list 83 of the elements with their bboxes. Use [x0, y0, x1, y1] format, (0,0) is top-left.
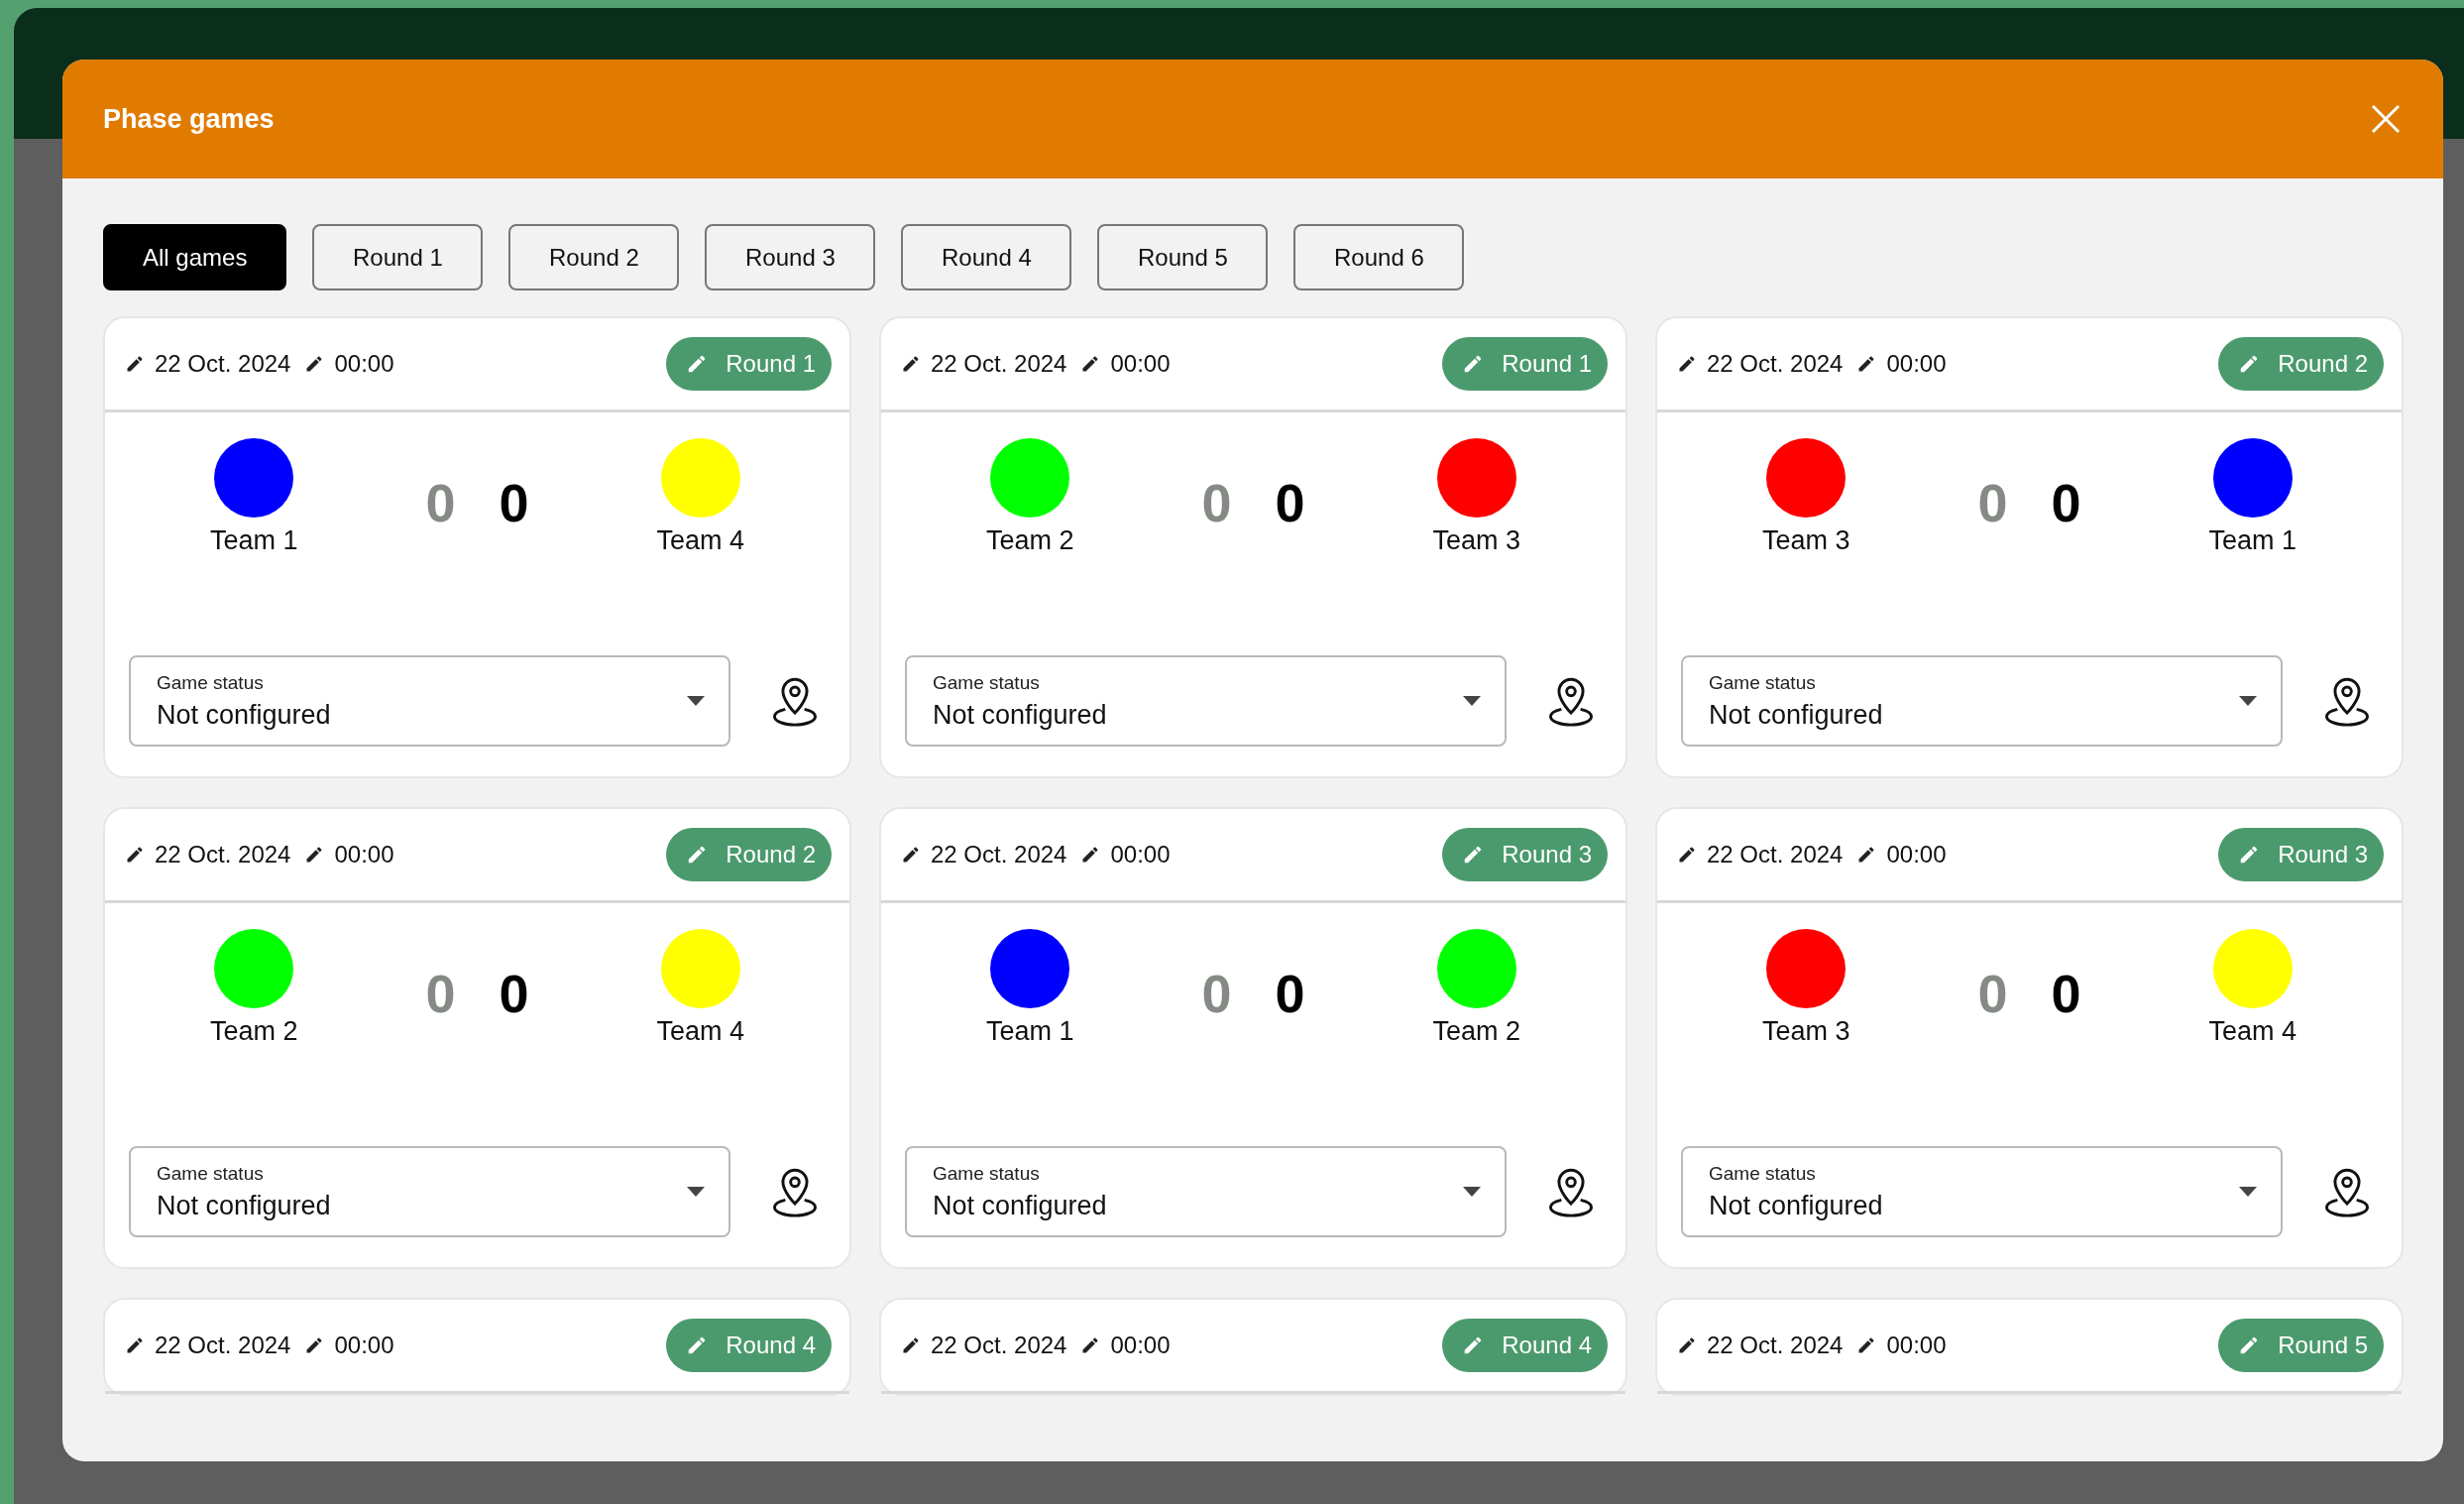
team-name: Team 3	[1761, 1016, 1850, 1047]
pencil-icon	[901, 1335, 921, 1355]
team-name: Team 2	[985, 525, 1074, 556]
pencil-icon	[125, 354, 145, 374]
filter-tab[interactable]: Round 3	[705, 224, 876, 290]
select-label: Game status	[933, 671, 1041, 694]
filter-tab[interactable]: Round 4	[901, 224, 1072, 290]
caret-icon	[1463, 696, 1481, 706]
select-value: Not configured	[933, 699, 1108, 731]
game-date[interactable]: 22 Oct. 2024	[125, 841, 291, 868]
game-time[interactable]: 00:00	[304, 1331, 394, 1359]
pencil-icon	[1677, 354, 1697, 374]
select-value: Not configured	[157, 699, 332, 731]
team-name: Team 2	[1432, 1016, 1520, 1047]
game-date[interactable]: 22 Oct. 2024	[1677, 841, 1844, 868]
status-select[interactable]: Game status Not configured	[129, 655, 730, 747]
filter-tab[interactable]: Round 1	[312, 224, 484, 290]
status-select[interactable]: Game status Not configured	[1681, 1146, 2283, 1237]
score: 0	[499, 967, 529, 1025]
team-name: Team 2	[209, 1016, 298, 1047]
status-select[interactable]: Game status Not configured	[1681, 655, 2283, 747]
pencil-icon	[901, 845, 921, 865]
pencil-icon	[901, 354, 921, 374]
team-name: Team 4	[2208, 1016, 2296, 1047]
game-time[interactable]: 00:00	[1080, 350, 1171, 378]
caret-icon	[1463, 1187, 1481, 1197]
select-label: Game status	[1709, 671, 1817, 694]
score: 0	[1977, 476, 2008, 534]
game-time[interactable]: 00:00	[1856, 1331, 1947, 1359]
score: 0	[2051, 476, 2081, 534]
pencil-icon	[1677, 1335, 1697, 1355]
game-date[interactable]: 22 Oct. 2024	[901, 841, 1067, 868]
filter-tab[interactable]: Round 6	[1293, 224, 1465, 290]
score: 0	[1201, 476, 1232, 534]
game-time[interactable]: 00:00	[304, 841, 394, 868]
team-name: Team 1	[985, 1016, 1074, 1047]
team-name: Team 1	[209, 525, 298, 556]
game-time[interactable]: 00:00	[1856, 350, 1947, 378]
score: 0	[1275, 967, 1305, 1025]
caret-icon	[687, 1187, 705, 1197]
pencil-icon	[125, 1335, 145, 1355]
game-time[interactable]: 00:00	[1856, 841, 1947, 868]
team-name: Team 3	[1761, 525, 1850, 556]
game-time[interactable]: 00:00	[1080, 841, 1171, 868]
score: 0	[2051, 967, 2081, 1025]
caret-icon	[2239, 696, 2257, 706]
pencil-icon	[125, 845, 145, 865]
filter-tab[interactable]: Round 5	[1097, 224, 1269, 290]
game-date[interactable]: 22 Oct. 2024	[125, 350, 291, 378]
game-date[interactable]: 22 Oct. 2024	[1677, 1331, 1844, 1359]
status-select[interactable]: Game status Not configured	[905, 1146, 1507, 1237]
select-label: Game status	[933, 1162, 1041, 1185]
caret-icon	[687, 696, 705, 706]
select-label: Game status	[157, 1162, 265, 1185]
score: 0	[425, 967, 456, 1025]
dialog-title: Phase games	[103, 103, 275, 135]
status-select[interactable]: Game status Not configured	[129, 1146, 730, 1237]
score: 0	[425, 476, 456, 534]
score: 0	[1275, 476, 1305, 534]
game-date[interactable]: 22 Oct. 2024	[1677, 350, 1844, 378]
select-label: Game status	[1709, 1162, 1817, 1185]
score: 0	[1977, 967, 2008, 1025]
select-value: Not configured	[1709, 1190, 1884, 1221]
game-time[interactable]: 00:00	[304, 350, 394, 378]
score: 0	[1201, 967, 1232, 1025]
game-date[interactable]: 22 Oct. 2024	[125, 1331, 291, 1359]
game-date[interactable]: 22 Oct. 2024	[901, 350, 1067, 378]
game-date[interactable]: 22 Oct. 2024	[901, 1331, 1067, 1359]
select-label: Game status	[157, 671, 265, 694]
pencil-icon	[1677, 845, 1697, 865]
select-value: Not configured	[1709, 699, 1884, 731]
status-select[interactable]: Game status Not configured	[905, 655, 1507, 747]
team-name: Team 4	[656, 1016, 744, 1047]
filter-tab[interactable]: All games	[103, 224, 287, 290]
team-name: Team 4	[656, 525, 744, 556]
game-time[interactable]: 00:00	[1080, 1331, 1171, 1359]
select-value: Not configured	[157, 1190, 332, 1221]
select-value: Not configured	[933, 1190, 1108, 1221]
score: 0	[499, 476, 529, 534]
caret-icon	[2239, 1187, 2257, 1197]
filter-tab[interactable]: Round 2	[508, 224, 680, 290]
team-name: Team 1	[2208, 525, 2296, 556]
team-name: Team 3	[1432, 525, 1520, 556]
